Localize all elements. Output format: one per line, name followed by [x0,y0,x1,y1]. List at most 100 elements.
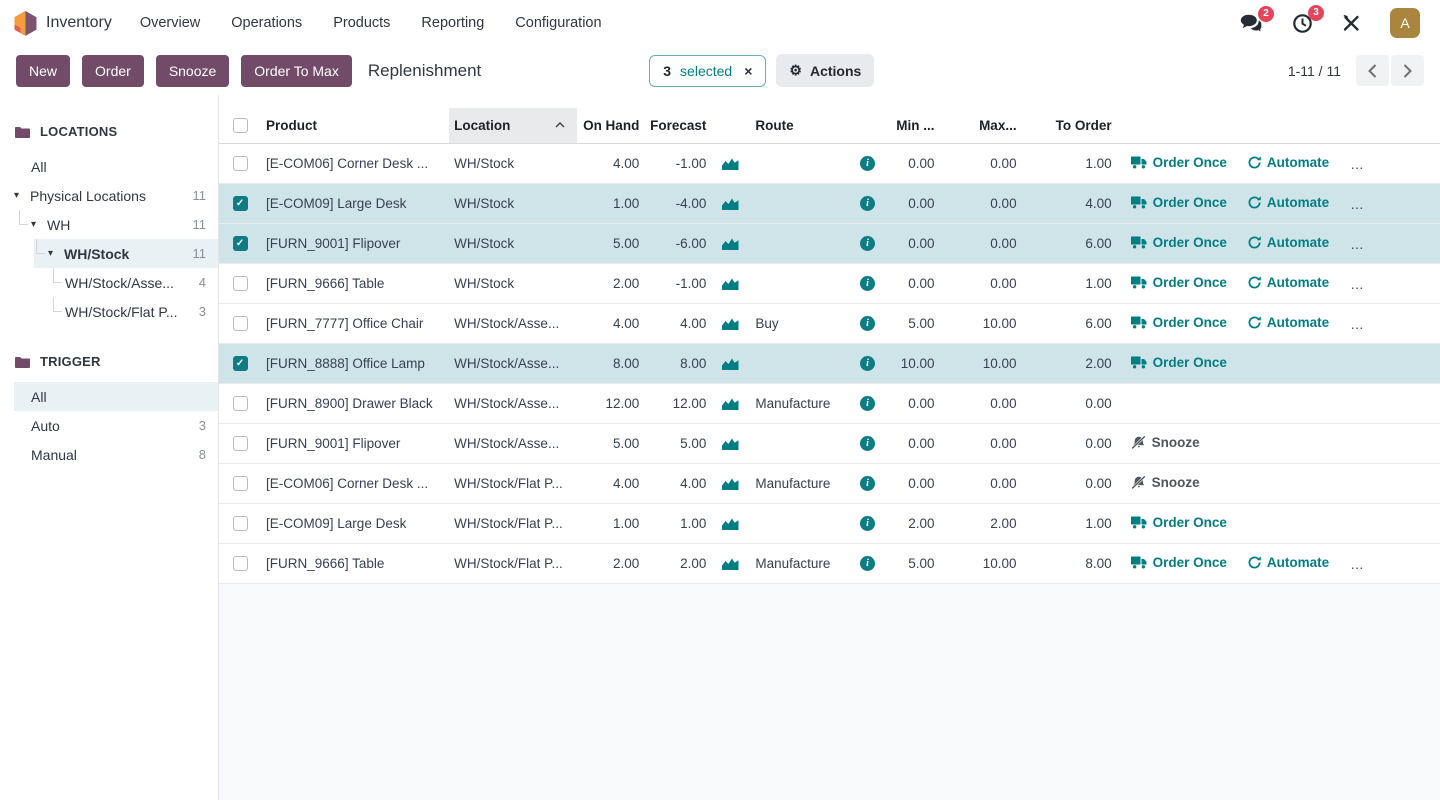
row-checkbox[interactable]: ✓ [233,356,248,371]
area-chart-icon[interactable] [722,357,739,370]
order-once-button[interactable]: Order Once [1131,515,1227,530]
column-header-max[interactable]: Max... [942,108,1024,143]
sidebar-item-wh-stock[interactable]: ▾WH/Stock11 [34,239,218,268]
table-row[interactable]: [E-COM06] Corner Desk ...WH/Stock/Flat P… [219,463,1440,503]
info-icon[interactable]: i [860,156,875,171]
row-checkbox[interactable] [233,156,248,171]
column-header-on-hand[interactable]: On Hand [577,108,647,143]
row-checkbox[interactable]: ✓ [233,236,248,251]
row-checkbox[interactable] [233,476,248,491]
automate-button[interactable]: Automate [1248,155,1329,170]
column-header-location[interactable]: Location [449,108,577,143]
info-icon[interactable]: i [860,236,875,251]
actions-button[interactable]: ⚙ Actions [776,54,874,87]
area-chart-icon[interactable] [722,197,739,210]
pager-previous-button[interactable] [1356,55,1389,86]
menu-products[interactable]: Products [333,15,390,31]
table-row[interactable]: [FURN_8900] Drawer BlackWH/Stock/Asse...… [219,383,1440,423]
automate-button[interactable]: Automate [1248,555,1329,570]
area-chart-icon[interactable] [722,237,739,250]
order-once-button[interactable]: Order Once [1131,235,1227,250]
column-header-forecast[interactable]: Forecast [647,108,711,143]
sidebar-item-all[interactable]: All [0,152,218,181]
info-icon[interactable]: i [860,196,875,211]
column-header-to-order[interactable]: To Order [1024,108,1119,143]
menu-operations[interactable]: Operations [231,15,302,31]
info-icon[interactable]: i [860,356,875,371]
order-once-button[interactable]: Order Once [1131,275,1227,290]
area-chart-icon[interactable] [722,477,739,490]
pager-next-button[interactable] [1391,55,1424,86]
order-to-max-button[interactable]: Order To Max [241,55,352,87]
info-icon[interactable]: i [860,276,875,291]
info-icon[interactable]: i [860,436,875,451]
info-icon[interactable]: i [860,316,875,331]
column-header-min[interactable]: Min ... [881,108,941,143]
snooze-button[interactable]: Snooze [156,55,229,87]
clear-selection-icon[interactable]: × [744,63,752,79]
table-row[interactable]: [E-COM09] Large DeskWH/Stock/Flat P...1.… [219,503,1440,543]
caret-down-icon[interactable]: ▾ [48,248,58,259]
new-button[interactable]: New [16,55,70,87]
automate-button[interactable]: Automate [1248,235,1329,250]
order-once-button[interactable]: Order Once [1131,195,1227,210]
table-row[interactable]: [FURN_9001] FlipoverWH/Stock/Asse...5.00… [219,423,1440,463]
menu-overview[interactable]: Overview [140,15,200,31]
snooze-button[interactable]: Snooze [1131,475,1200,490]
table-row[interactable]: [FURN_9666] TableWH/Stock2.00-1.00i0.000… [219,263,1440,303]
area-chart-icon[interactable] [722,557,739,570]
sidebar-item-physical-locations[interactable]: ▾Physical Locations11 [0,181,218,210]
automate-button[interactable]: Automate [1248,275,1329,290]
caret-down-icon[interactable]: ▾ [31,219,41,230]
app-switcher[interactable]: Inventory [14,11,112,36]
table-row[interactable]: [E-COM06] Corner Desk ...WH/Stock4.00-1.… [219,143,1440,183]
user-avatar[interactable]: A [1390,8,1420,38]
order-once-button[interactable]: Order Once [1131,315,1227,330]
row-checkbox[interactable] [233,556,248,571]
messages-button[interactable]: 2 [1240,14,1263,33]
info-icon[interactable]: i [860,396,875,411]
sidebar-item-manual[interactable]: Manual8 [0,440,218,469]
area-chart-icon[interactable] [722,517,739,530]
sidebar-item-wh-stock-asse[interactable]: WH/Stock/Asse...4 [0,268,218,297]
debug-tools-button[interactable] [1342,14,1361,32]
order-once-button[interactable]: Order Once [1131,555,1227,570]
menu-configuration[interactable]: Configuration [515,15,601,31]
sidebar-item-wh-stock-flat-p[interactable]: WH/Stock/Flat P...3 [0,297,218,326]
table-row[interactable]: ✓[FURN_8888] Office LampWH/Stock/Asse...… [219,343,1440,383]
info-icon[interactable]: i [860,556,875,571]
caret-down-icon[interactable]: ▾ [14,190,24,201]
row-checkbox[interactable] [233,316,248,331]
row-checkbox[interactable] [233,436,248,451]
column-header-product[interactable]: Product [261,108,449,143]
area-chart-icon[interactable] [722,397,739,410]
area-chart-icon[interactable] [722,277,739,290]
row-checkbox[interactable] [233,516,248,531]
info-cell: i [853,183,881,223]
order-once-button[interactable]: Order Once [1131,155,1227,170]
area-chart-icon[interactable] [722,437,739,450]
row-checkbox[interactable] [233,396,248,411]
table-row[interactable]: ✓[FURN_9001] FlipoverWH/Stock5.00-6.00i0… [219,223,1440,263]
sidebar-item-auto[interactable]: Auto3 [0,411,218,440]
snooze-button[interactable]: Snooze [1131,435,1200,450]
automate-button[interactable]: Automate [1248,315,1329,330]
area-chart-icon[interactable] [722,157,739,170]
info-icon[interactable]: i [860,516,875,531]
sidebar-item-all[interactable]: All [14,382,218,411]
sidebar-item-wh[interactable]: ▾WH11 [0,210,218,239]
table-row[interactable]: [FURN_9666] TableWH/Stock/Flat P...2.002… [219,543,1440,583]
area-chart-icon[interactable] [722,317,739,330]
info-icon[interactable]: i [860,476,875,491]
row-checkbox[interactable] [233,276,248,291]
activities-button[interactable]: 3 [1292,13,1313,34]
menu-reporting[interactable]: Reporting [421,15,484,31]
table-row[interactable]: [FURN_7777] Office ChairWH/Stock/Asse...… [219,303,1440,343]
order-once-button[interactable]: Order Once [1131,355,1227,370]
select-all-checkbox[interactable] [233,118,248,133]
row-checkbox[interactable]: ✓ [233,196,248,211]
automate-button[interactable]: Automate [1248,195,1329,210]
column-header-route[interactable]: Route [749,108,853,143]
order-button[interactable]: Order [82,55,144,87]
table-row[interactable]: ✓[E-COM09] Large DeskWH/Stock1.00-4.00i0… [219,183,1440,223]
